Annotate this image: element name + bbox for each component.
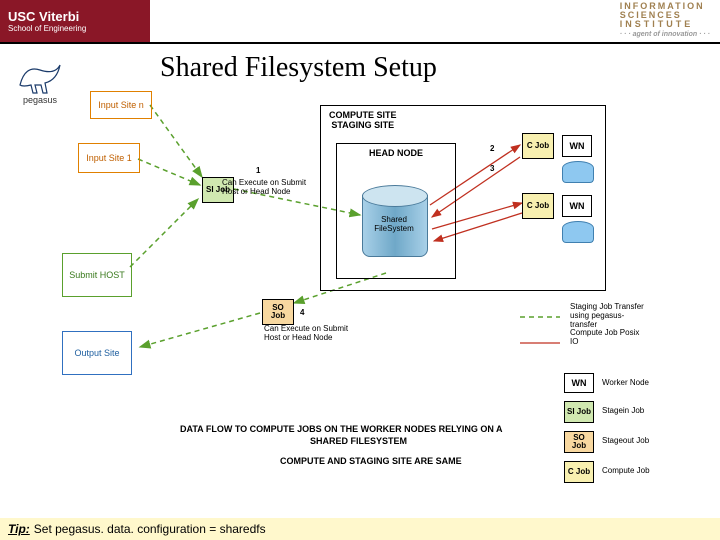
annot-4-num: 4 [300, 309, 304, 318]
caption-line-2: SHARED FILESYSTEM [310, 437, 407, 447]
tip-bar: Tip: Set pegasus. data. configuration = … [0, 518, 720, 540]
box-output-site: Output Site [62, 331, 132, 375]
job-c-1: C Job [522, 133, 554, 159]
legend-so-label: Stageout Job [602, 437, 649, 446]
diagram-area: Input Site n Input Site 1 Submit HOST Ou… [0, 85, 720, 505]
annot-1-num: 1 [256, 167, 260, 176]
page-title: Shared Filesystem Setup [160, 52, 437, 84]
annot-3: 3 [490, 165, 494, 174]
box-input-site-n: Input Site n [90, 91, 152, 119]
usc-viterbi-banner: USC Viterbi School of Engineering [0, 0, 150, 42]
isi-logo-text: INFORMATION SCIENCES INSTITUTE · · · age… [620, 2, 710, 38]
annot-2: 2 [490, 145, 494, 154]
legend-c-box: C Job [564, 461, 594, 483]
isi-line-3: INSTITUTE [620, 20, 710, 29]
tip-label: Tip: [8, 522, 30, 536]
caption-line-3: COMPUTE AND STAGING SITE ARE SAME [280, 457, 462, 467]
tip-text: Set pegasus. data. configuration = share… [34, 522, 266, 536]
usc-subtitle: School of Engineering [8, 24, 150, 33]
disk-icon-2 [562, 221, 594, 235]
job-so: SO Job [262, 299, 294, 325]
shared-fs-label: Shared FileSystem [362, 215, 426, 233]
box-input-site-1: Input Site 1 [78, 143, 140, 173]
job-c-2: C Job [522, 193, 554, 219]
usc-title: USC Viterbi [8, 9, 150, 24]
legend-so-box: SO Job [564, 431, 594, 453]
annot-4-text: Can Execute on Submit Host or Head Node [264, 325, 348, 343]
box-submit-host: Submit HOST [62, 253, 132, 297]
legend-staging: Staging Job Transfer using pegasus- tran… [570, 303, 690, 347]
legend-si-label: Stagein Job [602, 407, 644, 416]
wn-1: WN [562, 135, 592, 157]
legend-wn-label: Worker Node [602, 379, 649, 388]
legend-wn-box: WN [564, 373, 594, 393]
annot-1-text: Can Execute on Submit Host or Head Node [222, 179, 332, 197]
disk-icon-1 [562, 161, 594, 175]
legend-si-box: SI Job [564, 401, 594, 423]
wn-2: WN [562, 195, 592, 217]
isi-tagline: · · · agent of innovation · · · [620, 31, 710, 38]
caption-line-1: DATA FLOW TO COMPUTE JOBS ON THE WORKER … [180, 425, 503, 435]
legend-c-label: Compute Job [602, 467, 650, 476]
cylinder-shared-fs: Shared FileSystem [362, 185, 426, 255]
header-bar: USC Viterbi School of Engineering INFORM… [0, 0, 720, 44]
